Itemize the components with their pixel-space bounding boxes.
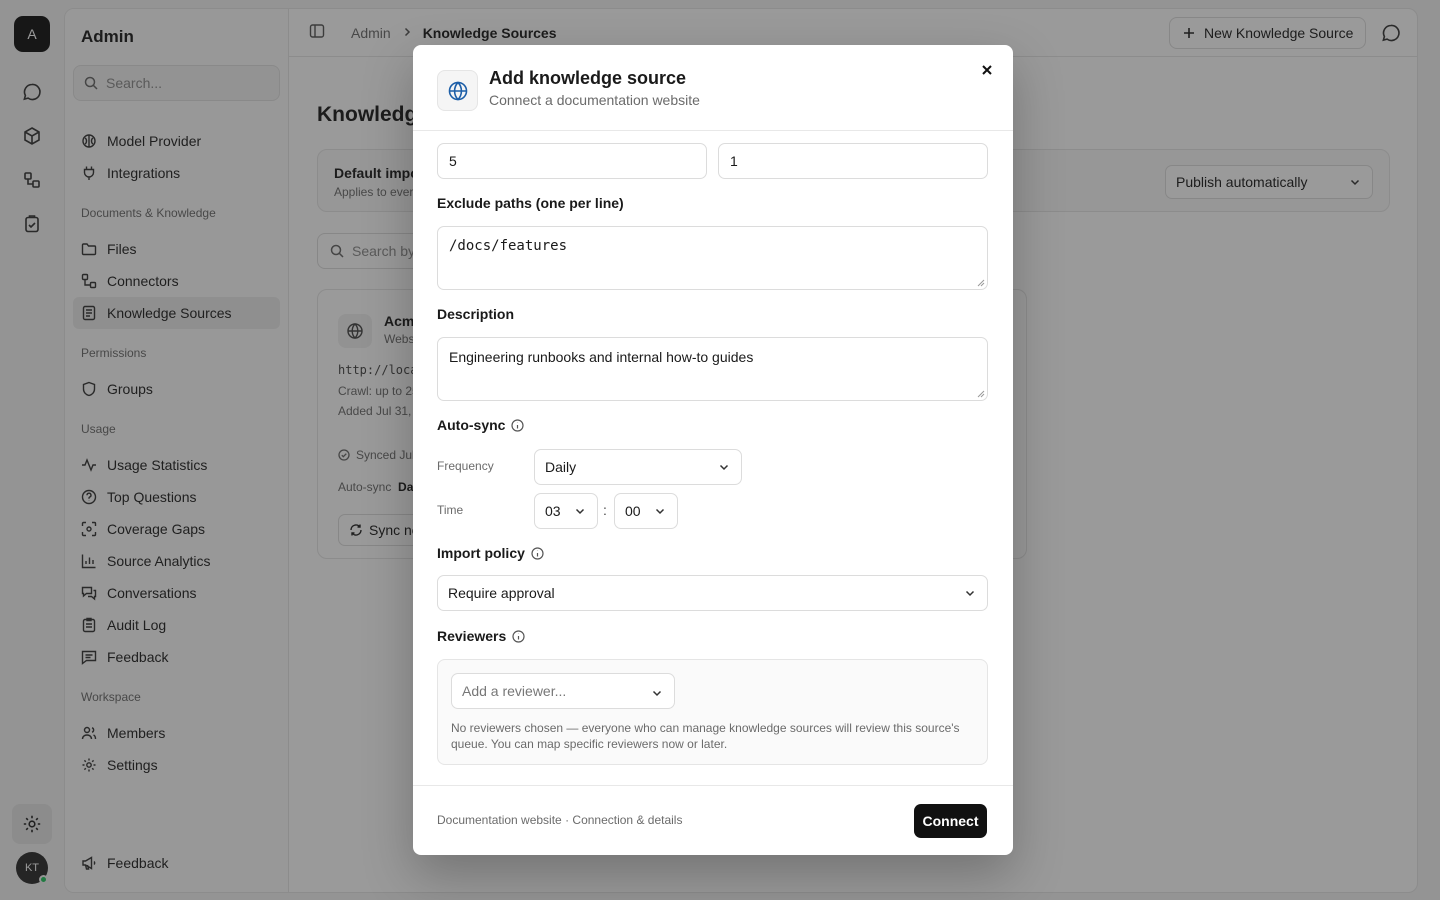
frequency-label: Frequency	[437, 459, 494, 473]
chevron-down-icon	[963, 586, 977, 600]
frequency-value: Daily	[545, 459, 577, 475]
import-policy-value: Require approval	[448, 585, 555, 601]
dialog-body: 5 1 Exclude paths (one per line) /docs/f…	[413, 131, 1013, 785]
footer-info: Documentation website · Connection & det…	[437, 813, 683, 827]
time-separator: :	[603, 502, 607, 518]
resize-handle-icon[interactable]	[977, 279, 985, 287]
reviewers-label: Reviewers	[437, 628, 525, 644]
dialog-subtitle: Connect a documentation website	[489, 92, 700, 108]
globe-icon	[437, 70, 478, 111]
concurrency-input[interactable]: 1	[718, 143, 988, 179]
time-hour-select[interactable]: 03	[534, 493, 598, 529]
exclude-paths-label: Exclude paths (one per line)	[437, 195, 624, 211]
description-value: Engineering runbooks and internal how-to…	[449, 349, 754, 365]
time-hour-value: 03	[545, 503, 561, 519]
reviewers-help-text: No reviewers chosen — everyone who can m…	[451, 721, 960, 751]
import-policy-select[interactable]: Require approval	[437, 575, 988, 611]
chevron-down-icon	[717, 460, 731, 474]
reviewers-panel: Add a reviewer... No reviewers chosen — …	[437, 659, 988, 765]
close-icon	[982, 65, 992, 75]
chevron-down-icon	[650, 686, 664, 703]
crawl-depth-value: 5	[449, 153, 457, 169]
crawl-depth-input[interactable]: 5	[437, 143, 707, 179]
autosync-label-text: Auto-sync	[437, 417, 506, 433]
dialog-title: Add knowledge source	[489, 68, 687, 88]
info-icon[interactable]	[511, 418, 525, 432]
time-label: Time	[437, 503, 464, 517]
autosync-section-label: Auto-sync	[437, 417, 525, 433]
add-knowledge-source-dialog: Add knowledge source Connect a documenta…	[413, 45, 1013, 855]
time-minute-select[interactable]: 00	[614, 493, 678, 529]
info-icon[interactable]	[531, 546, 544, 560]
frequency-select[interactable]: Daily	[534, 449, 742, 485]
time-minute-value: 00	[625, 503, 641, 519]
chevron-down-icon	[653, 504, 667, 518]
reviewer-placeholder: Add a reviewer...	[462, 683, 567, 699]
info-icon[interactable]	[512, 629, 525, 643]
add-reviewer-select[interactable]: Add a reviewer...	[451, 673, 675, 709]
resize-handle-icon[interactable]	[977, 390, 985, 398]
reviewers-label-text: Reviewers	[437, 628, 507, 644]
import-policy-label: Import policy	[437, 545, 544, 561]
dialog-footer: Documentation website · Connection & det…	[413, 785, 1013, 855]
close-button[interactable]	[977, 60, 997, 80]
description-label: Description	[437, 306, 515, 322]
import-policy-label-text: Import policy	[437, 545, 525, 561]
exclude-paths-value: /docs/features	[449, 238, 568, 254]
connect-button[interactable]: Connect	[914, 804, 987, 838]
dialog-header: Add knowledge source Connect a documenta…	[413, 45, 1013, 131]
description-textarea[interactable]: Engineering runbooks and internal how-to…	[437, 337, 988, 401]
concurrency-value: 1	[730, 153, 738, 169]
chevron-down-icon	[573, 504, 587, 518]
exclude-paths-textarea[interactable]: /docs/features	[437, 226, 988, 290]
